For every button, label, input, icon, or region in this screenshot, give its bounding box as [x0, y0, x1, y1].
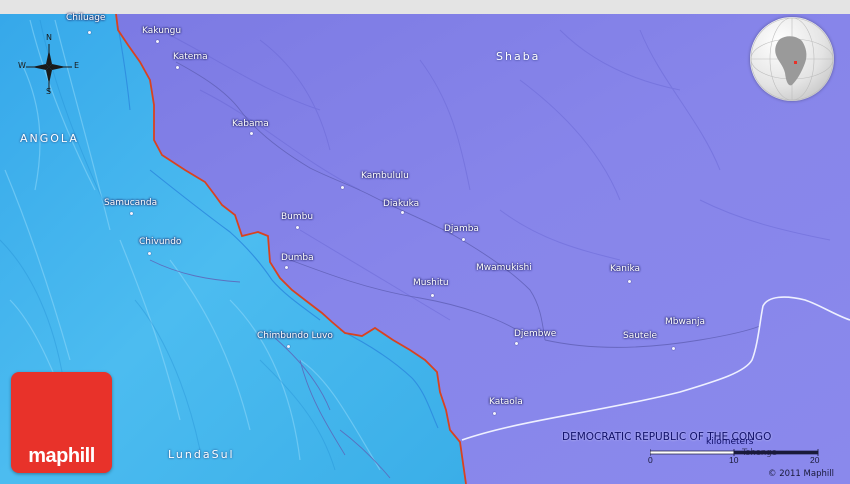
- place-dot: [156, 40, 159, 43]
- place-dot: [628, 280, 631, 283]
- place-dot: [287, 345, 290, 348]
- place-mushitu[interactable]: Mushitu: [413, 278, 449, 288]
- globe-icon: [750, 17, 834, 101]
- place-dot: [285, 266, 288, 269]
- place-dot: [515, 342, 518, 345]
- place-dot: [250, 132, 253, 135]
- place-kambululu[interactable]: Kambululu: [361, 171, 409, 181]
- compass-n: N: [46, 33, 52, 42]
- place-diakuka[interactable]: Diakuka: [383, 199, 419, 209]
- region-shaba: Shaba: [496, 50, 541, 63]
- compass-s: S: [46, 87, 52, 96]
- place-dot: [130, 212, 133, 215]
- map-canvas[interactable]: [0, 0, 850, 484]
- place-chimbundo-luvo[interactable]: Chimbundo Luvo: [257, 331, 333, 341]
- place-dumba[interactable]: Dumba: [281, 253, 314, 263]
- locator-globe[interactable]: [750, 17, 834, 101]
- place-katema[interactable]: Katema: [173, 52, 208, 62]
- scale-tick-20: 20: [810, 455, 820, 465]
- place-samucanda[interactable]: Samucanda: [104, 198, 157, 208]
- top-bar: [0, 0, 850, 14]
- copyright-text: © 2011 Maphill: [768, 469, 834, 479]
- place-kanika[interactable]: Kanika: [610, 264, 640, 274]
- place-kataola[interactable]: Kataola: [489, 397, 523, 407]
- place-dot: [176, 66, 179, 69]
- scale-tick-10: 10: [729, 455, 739, 465]
- place-chivundo[interactable]: Chivundo: [139, 237, 181, 247]
- place-djembwe[interactable]: Djembwe: [514, 329, 556, 339]
- logo-text: maphill: [28, 445, 95, 467]
- maphill-logo[interactable]: maphill: [11, 372, 112, 473]
- place-dot: [672, 347, 675, 350]
- place-dot: [341, 186, 344, 189]
- place-chiluage[interactable]: Chiluage: [66, 13, 105, 23]
- place-djamba[interactable]: Djamba: [444, 224, 479, 234]
- region-angola: ANGOLA: [20, 132, 79, 145]
- place-kakungu[interactable]: Kakungu: [142, 26, 181, 36]
- place-kabama[interactable]: Kabama: [232, 119, 269, 129]
- region-lunda-sul: LundaSul: [168, 448, 235, 461]
- compass-w: W: [18, 61, 26, 70]
- place-dot: [401, 211, 404, 214]
- place-dot: [462, 238, 465, 241]
- scale-tick-0: 0: [648, 455, 653, 465]
- place-dot: [296, 226, 299, 229]
- place-bumbu[interactable]: Bumbu: [281, 212, 313, 222]
- compass-rose: N S E W: [14, 33, 84, 98]
- place-dot: [88, 31, 91, 34]
- place-dot: [493, 412, 496, 415]
- place-mwamukishi[interactable]: Mwamukishi: [476, 263, 532, 273]
- place-dot: [148, 252, 151, 255]
- place-dot: [431, 294, 434, 297]
- place-mbwanja[interactable]: Mbwanja: [665, 317, 705, 327]
- place-sautele[interactable]: Sautele: [623, 331, 657, 341]
- scale-unit: kilometers: [706, 437, 754, 447]
- compass-e: E: [74, 61, 80, 70]
